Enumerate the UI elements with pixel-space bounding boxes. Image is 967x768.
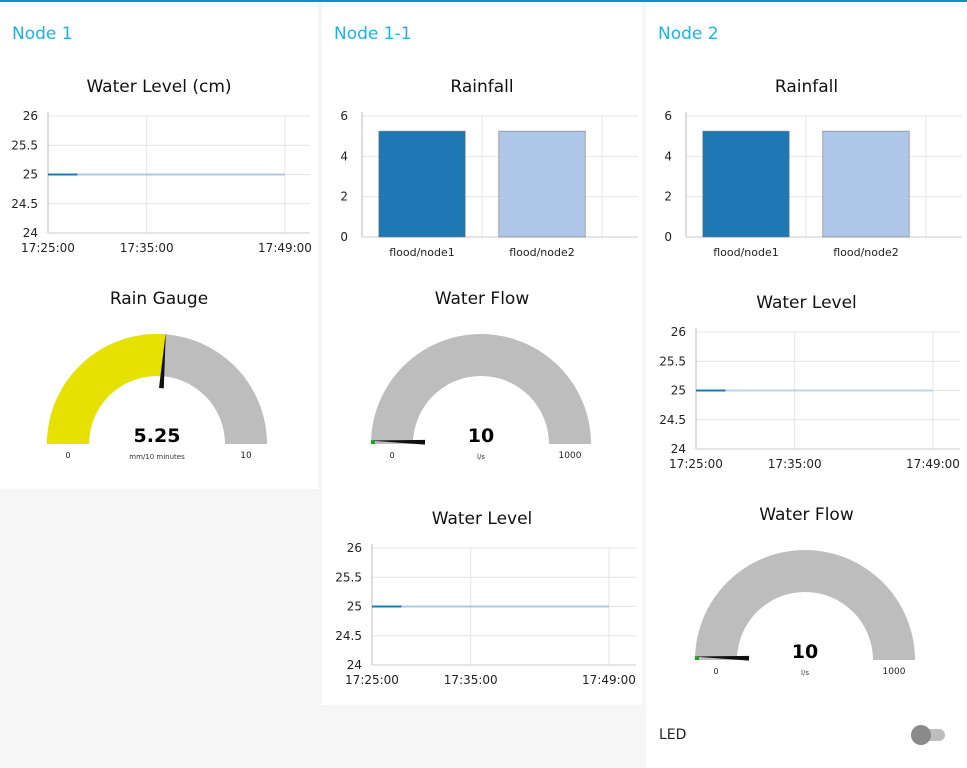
bar-flood-node1	[378, 130, 466, 238]
x-tick-label: 17:35:00	[768, 457, 822, 471]
gauge-unit: mm/10 minutes	[129, 453, 185, 461]
x-tick-label: 17:49:00	[258, 241, 312, 255]
y-tick-label: 25	[347, 600, 362, 614]
x-tick-label: flood/node1	[713, 246, 779, 259]
y-tick-label: 0	[340, 230, 348, 244]
x-tick-label: 17:25:00	[669, 457, 723, 471]
y-tick-label: 24.5	[659, 413, 686, 427]
x-tick-label: 17:49:00	[582, 673, 636, 687]
y-tick-label: 4	[340, 149, 348, 163]
gauge-max-label: 1000	[559, 451, 582, 461]
gauge-title: Water Flow	[759, 505, 854, 525]
y-tick-label: 24	[671, 442, 686, 456]
y-tick-label: 25	[23, 168, 38, 182]
y-tick-label: 24.5	[335, 629, 362, 643]
bar-flood-node2	[822, 130, 910, 238]
group-title: Node 1	[12, 24, 73, 44]
y-tick-label: 6	[340, 109, 348, 123]
chart-title: Rainfall	[450, 77, 514, 97]
x-tick-label: 17:49:00	[906, 457, 960, 471]
water-level-chart: 26 25.5 25 24.5 2417:25:00 17:35:00 17:49:00	[11, 109, 312, 255]
chart-title: Water Level (cm)	[86, 77, 232, 97]
y-tick-label: 26	[671, 325, 686, 339]
chart-title: Water Level	[756, 293, 857, 313]
water-flow-gauge: 10 l/s 0 1000	[693, 550, 915, 677]
group-node-1: Node 1 Water Level (cm) 26 25.5 25 24.5 24 17…	[0, 2, 318, 489]
gauge-unit: l/s	[477, 453, 485, 461]
y-tick-label: 0	[664, 230, 672, 244]
gauge-min-label: 0	[713, 667, 718, 676]
gauge-title: Rain Gauge	[109, 289, 209, 309]
y-tick-label: 25	[671, 384, 686, 398]
y-tick-label: 24	[347, 658, 362, 672]
y-tick-label: 25.5	[659, 354, 686, 368]
y-tick-label: 6	[664, 109, 672, 123]
y-tick-label: 24	[23, 226, 38, 240]
water-level-chart: 26 25.5 25 24.5 2417:25:00 17:35:00 17:49:00	[335, 541, 636, 687]
x-tick-label: flood/node2	[833, 246, 899, 259]
gauge-max-label: 1000	[883, 667, 906, 677]
x-tick-label: 17:35:00	[444, 673, 498, 687]
led-toggle-switch[interactable]	[911, 723, 947, 747]
y-tick-label: 4	[664, 149, 672, 163]
bar-flood-node2	[498, 130, 586, 238]
bar-flood-node1	[702, 130, 790, 238]
gauge-min-label: 0	[65, 451, 70, 460]
y-tick-label: 2	[340, 190, 348, 204]
chart-title: Rainfall	[774, 77, 839, 97]
rainfall-bar-chart: 6 4 2 0 flood/node1 flood/node2	[340, 109, 638, 259]
x-tick-label: 17:25:00	[21, 241, 75, 255]
water-flow-gauge: 10 l/s 0 1000	[369, 334, 591, 461]
gauge-value: 10	[468, 425, 494, 447]
rain-gauge: 5.25 mm/10 minutes 0 10	[47, 332, 267, 461]
x-tick-label: flood/node1	[389, 246, 455, 259]
y-tick-label: 26	[23, 109, 38, 123]
group-title: Node 1-1	[334, 24, 412, 44]
gauge-fill	[371, 440, 376, 444]
rainfall-bar-chart: 6 4 2 0 flood/node1 flood/node2	[664, 109, 962, 259]
y-tick-label: 24.5	[11, 197, 38, 211]
y-tick-label: 2	[664, 190, 672, 204]
group-title: Node 2	[658, 24, 719, 44]
water-level-chart: 26 25.5 25 24.5 2417:25:00 17:35:00 17:49:00	[659, 325, 960, 471]
switch-knob	[911, 725, 931, 745]
x-tick-label: 17:25:00	[345, 673, 399, 687]
y-tick-label: 26	[347, 541, 362, 555]
group-node-1-1: Node 1-1 Rainfall 6 4 2 0 flood/node1 flood/n…	[322, 2, 642, 705]
group-node-2: Node 2 Rainfall 6 4 2 0 flood/node1 flood/nod…	[646, 2, 967, 768]
x-tick-label: flood/node2	[509, 246, 575, 259]
gauge-unit: l/s	[801, 669, 809, 677]
y-tick-label: 25.5	[335, 570, 362, 584]
gauge-max-label: 10	[240, 451, 252, 461]
y-tick-label: 25.5	[11, 138, 38, 152]
gauge-fill	[695, 656, 700, 660]
chart-title: Water Level	[431, 509, 533, 529]
gauge-min-label: 0	[389, 451, 394, 460]
x-tick-label: 17:35:00	[120, 241, 174, 255]
gauge-title: Water Flow	[434, 289, 530, 309]
gauge-value: 5.25	[134, 425, 181, 447]
led-label: LED	[659, 727, 687, 743]
gauge-value: 10	[792, 641, 818, 663]
